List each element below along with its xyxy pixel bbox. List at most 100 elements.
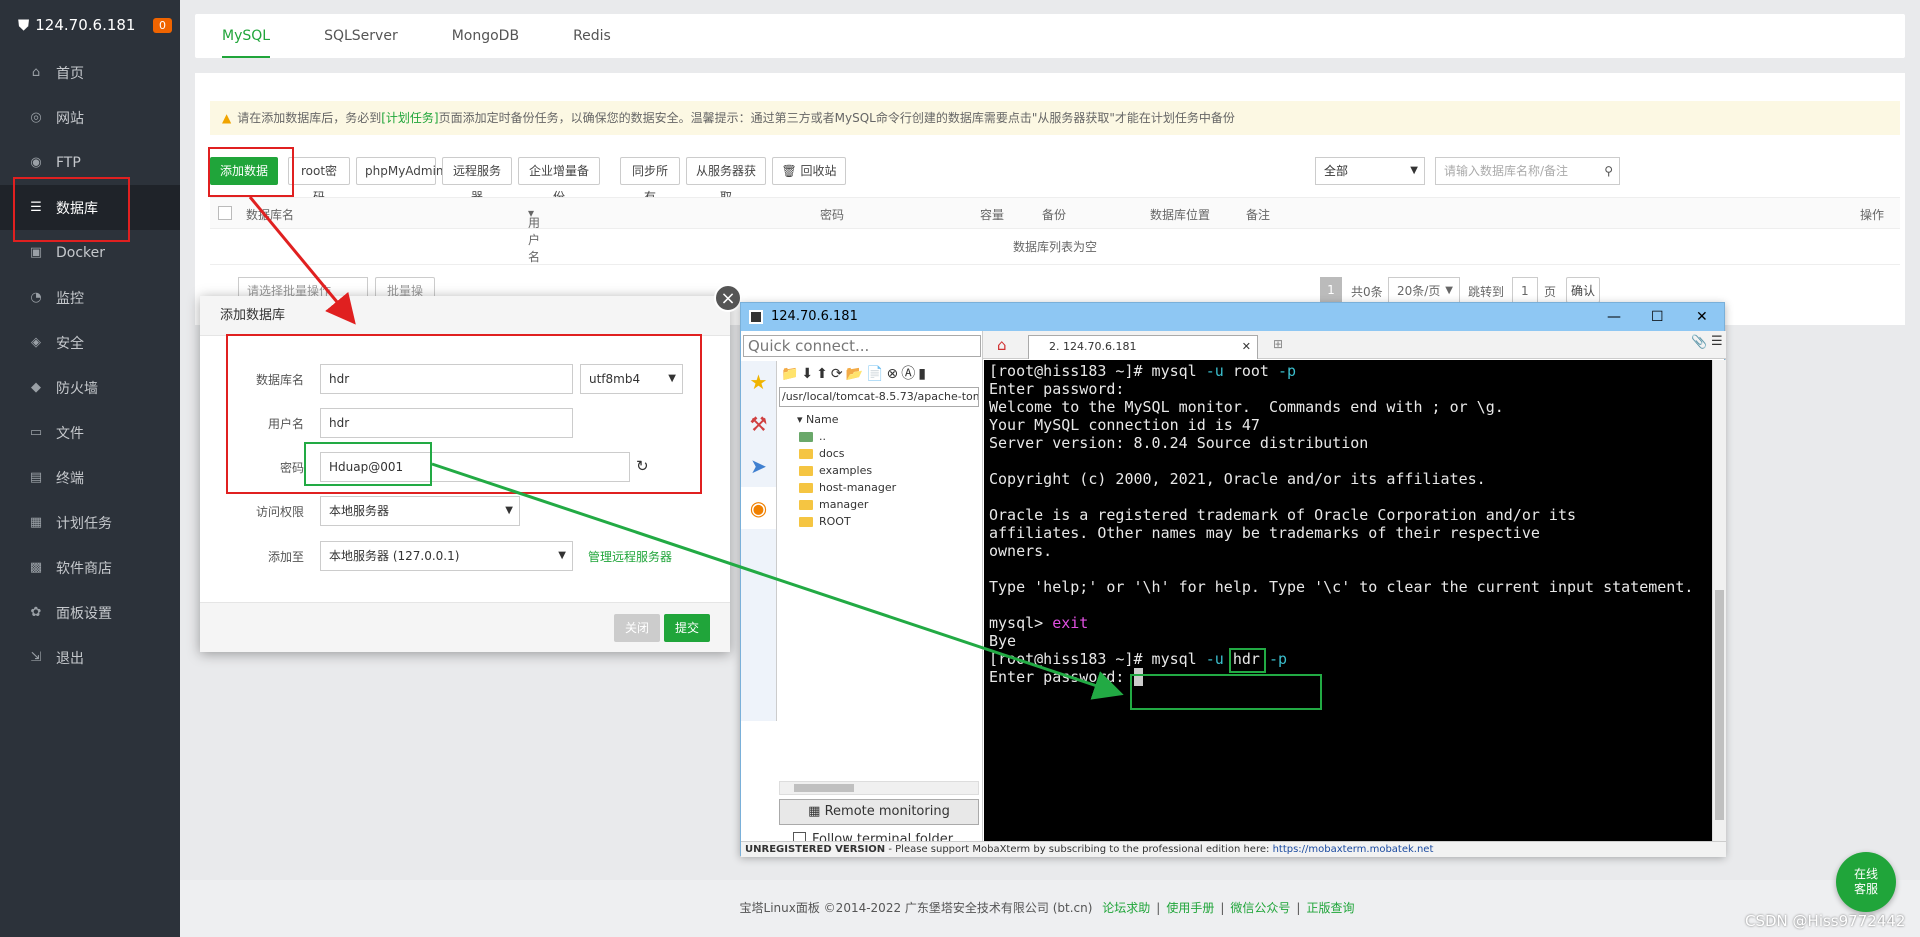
access-select[interactable]: 本地服务器 ▼ [320, 496, 520, 526]
sidebar-item-11[interactable]: ▩ 软件商店 [0, 545, 180, 590]
root-password-button[interactable]: root密码 [288, 157, 350, 204]
logout-icon: ⇲ [30, 650, 42, 665]
docker-icon: ▣ [29, 245, 43, 260]
close-window-icon[interactable]: ✕ [1696, 303, 1708, 331]
schedule-task-link[interactable]: [计划任务] [381, 111, 438, 125]
footer-link-wechat[interactable]: 微信公众号 [1230, 901, 1290, 915]
list-item[interactable]: docs [777, 445, 983, 462]
search-icon[interactable]: ⚲ [1604, 158, 1613, 184]
per-page-select[interactable]: 20条/页 ▼ [1388, 277, 1460, 303]
sidebar-item-label: 计划任务 [56, 515, 112, 532]
sidebar-item-6[interactable]: ◈ 安全 [0, 320, 180, 365]
sidebar-item-label: 首页 [56, 65, 84, 82]
phpmyadmin-button[interactable]: phpMyAdmin [356, 157, 444, 185]
list-item[interactable]: ROOT [777, 513, 983, 530]
list-item[interactable]: manager [777, 496, 983, 513]
list-item[interactable]: .. [777, 428, 983, 445]
recycle-bin-button[interactable]: 🗑 回收站 [772, 157, 846, 185]
file-tree: ▾ Name .. docs examples host-manager man… [777, 411, 983, 530]
warning-icon: ▲ [222, 111, 232, 125]
sidebar-item-10[interactable]: ▦ 计划任务 [0, 500, 180, 545]
add-to-select[interactable]: 本地服务器 (127.0.0.1) ▼ [320, 541, 573, 571]
sidebar-header: ⛊ 124.70.6.181 0 [0, 0, 180, 50]
tab-mongodb[interactable]: MongoDB [425, 14, 546, 58]
folder-icon [799, 517, 813, 527]
goto-page-input[interactable]: 1 [1512, 277, 1538, 303]
manage-remote-link[interactable]: 管理远程服务器 [588, 548, 672, 565]
sync-all-button[interactable]: 同步所有 [620, 157, 680, 204]
sidebar-item-9[interactable]: ▤ 终端 [0, 455, 180, 500]
notification-badge[interactable]: 0 [153, 17, 172, 33]
select-all-checkbox[interactable] [218, 206, 232, 220]
terminal-icon: ▤ [29, 470, 43, 485]
search-input[interactable]: 请输入数据库名称/备注 ⚲ [1435, 157, 1620, 185]
dialog-title: 添加数据库 [200, 296, 730, 336]
new-tab-icon[interactable]: ⊞ [1273, 337, 1283, 351]
attach-icon[interactable]: 📎 [1691, 335, 1707, 350]
close-icon[interactable]: × [714, 284, 742, 312]
remote-monitoring-button[interactable]: ▦ Remote monitoring [779, 799, 979, 825]
tab-session[interactable]: 2. 124.70.6.181 ✕ [1028, 335, 1258, 359]
tab-sqlserver[interactable]: SQLServer [297, 14, 425, 58]
remote-server-button[interactable]: 远程服务器 [442, 157, 512, 204]
send-icon[interactable]: ➤ [741, 445, 776, 487]
remote-path-input[interactable]: /usr/local/tomcat-8.5.73/apache-tomcat [779, 387, 979, 407]
sidebar-item-0[interactable]: ⌂ 首页 [0, 50, 180, 95]
database-panel: ▲ 请在添加数据库后，务必到[计划任务]页面添加定时备份任务，以确保您的数据安全。… [195, 73, 1905, 325]
folder-icon [799, 432, 813, 442]
globe-icon: ◎ [30, 110, 42, 125]
list-item[interactable]: host-manager [777, 479, 983, 496]
sidebar-item-label: 文件 [56, 425, 84, 442]
filter-select[interactable]: 全部 ▼ [1315, 157, 1425, 185]
moba-side-tabs: ★ ⚒ ➤ ◉ [741, 361, 777, 721]
goto-confirm-button[interactable]: 确认 [1566, 277, 1600, 303]
tab-redis[interactable]: Redis [546, 14, 638, 58]
sidebar-item-label: 网站 [56, 110, 84, 127]
footer: 宝塔Linux面板 ©2014-2022 广东堡塔安全技术有限公司 (bt.cn… [180, 880, 1920, 937]
online-support-button[interactable]: 在线 客服 [1836, 852, 1896, 912]
quick-connect-input[interactable]: Quick connect... [743, 335, 981, 357]
tools-icon[interactable]: ⚒ [741, 403, 776, 445]
home-tab-icon[interactable]: ⌂ [997, 336, 1007, 354]
menu-icon[interactable]: ☰ [1711, 334, 1723, 349]
sftp-icon[interactable]: ◉ [741, 487, 776, 529]
settings-icon: ✿ [30, 605, 42, 620]
annotation-green-password-entry [1130, 674, 1322, 710]
maximize-icon[interactable]: ☐ [1651, 303, 1664, 331]
db-type-tabs: MySQL SQLServer MongoDB Redis [195, 14, 1905, 58]
terminal-output[interactable]: [root@hiss183 ~]# mysql -u root -p Enter… [984, 360, 1712, 841]
chevron-down-icon: ▼ [1410, 165, 1418, 176]
mobaxterm-window: 124.70.6.181 — ☐ ✕ Quick connect... ★ ⚒ … [740, 302, 1726, 857]
app-icon [749, 310, 763, 324]
sidebar-item-12[interactable]: ✿ 面板设置 [0, 590, 180, 635]
file-toolbar[interactable]: 📁⬇⬆⟳📂📄⊗Ⓐ▮ [777, 363, 983, 385]
sidebar-item-5[interactable]: ◔ 监控 [0, 275, 180, 320]
incremental-backup-button[interactable]: 企业增量备份 [518, 157, 600, 204]
home-icon: ⌂ [31, 65, 41, 80]
store-icon: ▩ [29, 560, 43, 575]
submit-button[interactable]: 提交 [664, 614, 710, 642]
tab-mysql[interactable]: MySQL [195, 14, 297, 58]
fetch-from-server-button[interactable]: 从服务器获取 [686, 157, 766, 204]
annotation-red-sidebar [13, 177, 130, 242]
vertical-scrollbar[interactable] [1712, 360, 1726, 841]
sidebar-item-7[interactable]: ◆ 防火墙 [0, 365, 180, 410]
annotation-red-add-button [208, 147, 294, 197]
minimize-icon[interactable]: — [1607, 303, 1621, 331]
sidebar-item-13[interactable]: ⇲ 退出 [0, 635, 180, 680]
list-item[interactable]: examples [777, 462, 983, 479]
page-current[interactable]: 1 [1320, 277, 1342, 303]
horizontal-scrollbar[interactable] [779, 781, 979, 795]
sidebar-item-8[interactable]: ▭ 文件 [0, 410, 180, 455]
close-button[interactable]: 关闭 [614, 614, 660, 642]
sidebar-item-1[interactable]: ◎ 网站 [0, 95, 180, 140]
star-icon[interactable]: ★ [741, 361, 776, 403]
footer-link-forum[interactable]: 论坛求助 [1102, 901, 1150, 915]
sidebar: ⛊ 124.70.6.181 0 ⌂ 首页 ◎ 网站 ◉ FTP ☰ 数据库 ▣ Docker ◔ 监… [0, 0, 180, 937]
monitor-icon: ▦ [808, 804, 825, 819]
access-row: 访问权限 本地服务器 ▼ [200, 496, 730, 526]
footer-link-verify[interactable]: 正版查询 [1306, 901, 1354, 915]
table-header: 数据库名 用户名 ▾ 密码 容量 备份 数据库位置 备注 操作 [210, 197, 1900, 264]
footer-link-manual[interactable]: 使用手册 [1166, 901, 1214, 915]
mobatek-link[interactable]: https://mobaxterm.mobatek.net [1273, 844, 1434, 855]
